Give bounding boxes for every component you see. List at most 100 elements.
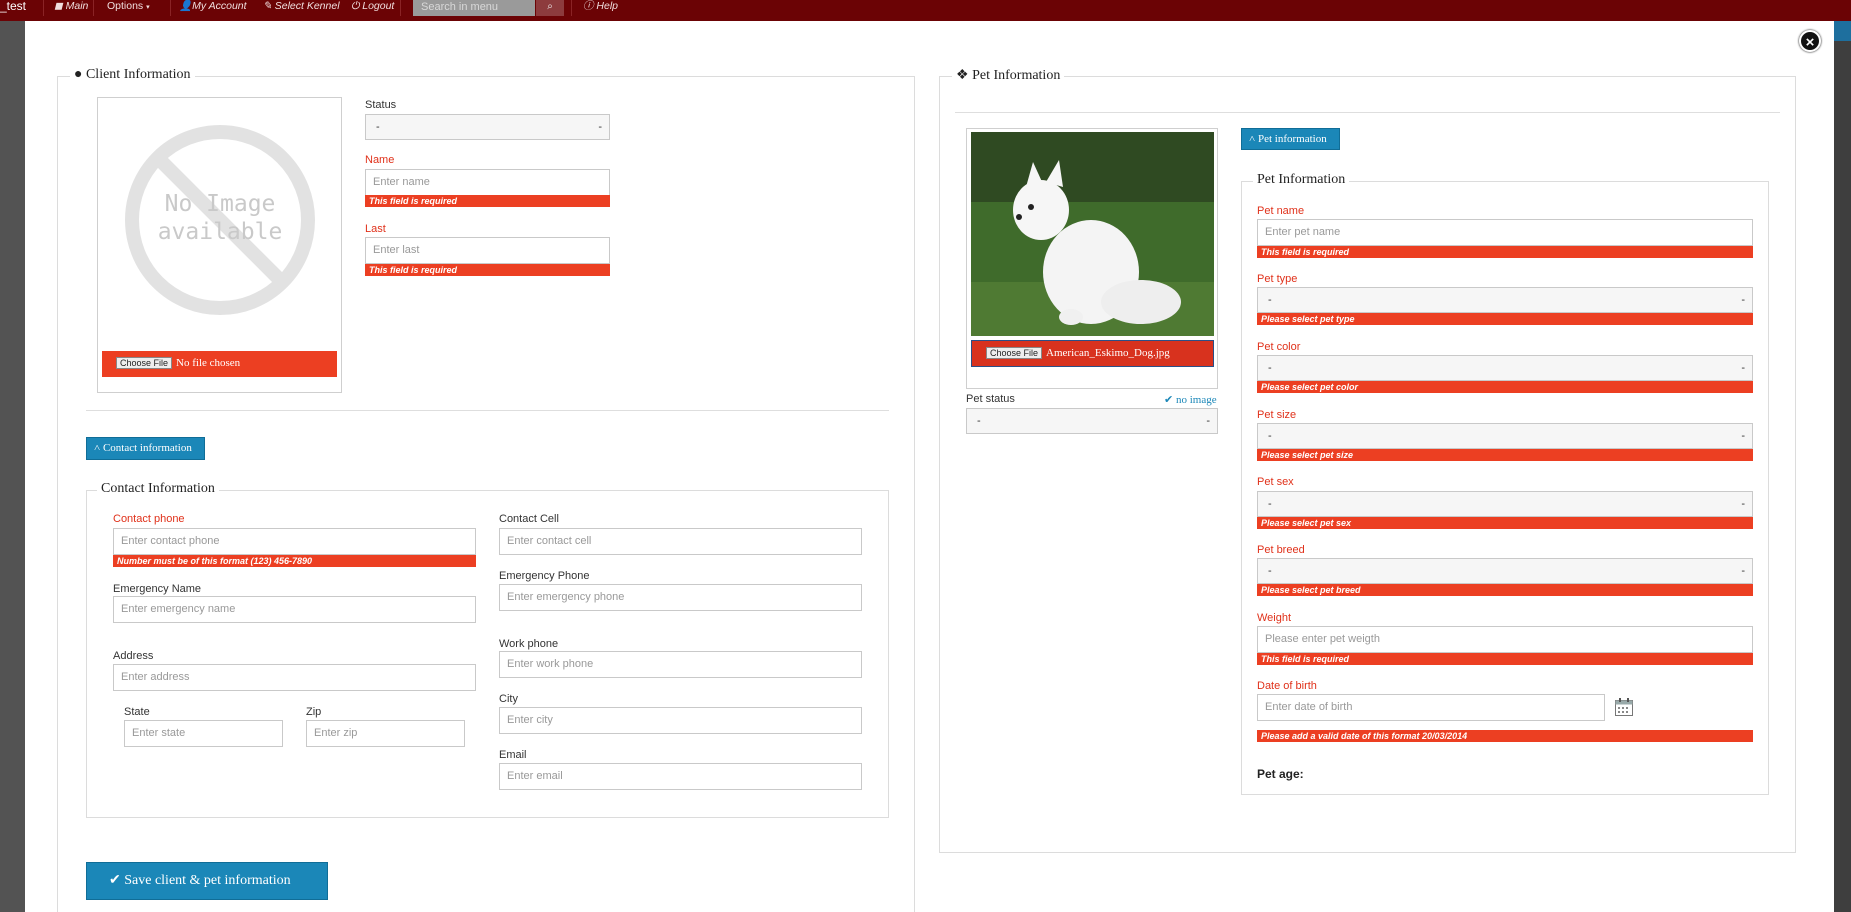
pet-information-toggle[interactable]: ˄ Pet information: [1241, 128, 1340, 150]
nav-divider: [170, 0, 171, 16]
nav-main-label: Main: [65, 0, 89, 12]
pet-information-title: Pet Information: [972, 68, 1061, 83]
user-icon: 👤: [179, 0, 193, 12]
pet-status-select[interactable]: --: [966, 408, 1218, 434]
brand[interactable]: _test: [0, 0, 26, 14]
choose-file-button[interactable]: Choose File: [116, 357, 173, 370]
pet-size-select[interactable]: --: [1257, 423, 1753, 449]
pet-name-input[interactable]: Enter pet name: [1257, 219, 1753, 246]
nav-main[interactable]: ◼ Main: [54, 0, 88, 14]
no-image-link-label: no image: [1175, 394, 1217, 406]
nav-logout[interactable]: ⏻ Logout: [351, 0, 394, 14]
pet-breed-value: -: [1268, 565, 1272, 577]
pet-color-error: Please select pet color: [1257, 381, 1753, 393]
last-input[interactable]: Enter last: [365, 237, 610, 264]
nav-my-account-label: My Account: [192, 0, 247, 12]
date-of-birth-input[interactable]: Enter date of birth: [1257, 694, 1605, 721]
nav-select-kennel-label: Select Kennel: [274, 0, 340, 12]
emergency-name-input[interactable]: Enter emergency name: [113, 596, 476, 623]
chevron-up-icon: ˄: [94, 442, 101, 454]
check-icon: ✔: [109, 873, 121, 888]
nav-help[interactable]: ⓘ Help: [583, 0, 618, 14]
divider: [86, 410, 889, 411]
chevron-down-icon: -: [1741, 294, 1745, 306]
nav-divider: [43, 0, 44, 16]
pet-status-value: -: [977, 415, 981, 427]
pet-color-label: Pet color: [1257, 341, 1301, 353]
user-icon: ●: [74, 67, 83, 82]
pet-photo-box: Choose File American_Eskimo_Dog.jpg: [966, 128, 1218, 389]
name-label: Name: [365, 154, 395, 166]
nav-my-account[interactable]: 👤My Account: [179, 0, 247, 14]
nav-divider: [93, 0, 94, 16]
contact-phone-error: Number must be of this format (123) 456-…: [113, 555, 476, 567]
no-image-link[interactable]: ✔ no image: [1164, 393, 1217, 406]
save-client-pet-button[interactable]: ✔ Save client & pet information: [86, 862, 328, 900]
state-input[interactable]: Enter state: [124, 720, 283, 747]
no-image-text-line2: available: [158, 219, 283, 245]
last-label: Last: [365, 223, 386, 235]
pet-color-select[interactable]: --: [1257, 355, 1753, 381]
menu-search-input[interactable]: Search in menu: [413, 0, 535, 16]
contact-information-legend: Contact Information: [97, 481, 219, 497]
chevron-down-icon: -: [1741, 430, 1745, 442]
weight-input[interactable]: Please enter pet weigth: [1257, 626, 1753, 653]
no-image-text-line1: No Image: [165, 191, 276, 217]
status-label: Status: [365, 99, 397, 111]
file-status-text: No file chosen: [176, 357, 241, 369]
pet-details-legend: Pet Information: [1253, 172, 1350, 188]
pet-size-value: -: [1268, 430, 1272, 442]
emergency-name-label: Emergency Name: [113, 583, 202, 595]
contact-cell-label: Contact Cell: [499, 513, 559, 525]
chevron-down-icon: -: [1741, 498, 1745, 510]
pet-size-label: Pet size: [1257, 409, 1297, 421]
pet-sex-select[interactable]: --: [1257, 491, 1753, 517]
pet-color-value: -: [1268, 362, 1272, 374]
nav-select-kennel[interactable]: ✎ Select Kennel: [263, 0, 340, 14]
emergency-phone-input[interactable]: Enter emergency phone: [499, 584, 862, 611]
pet-status-label: Pet status: [966, 393, 1015, 405]
pet-photo: [971, 132, 1214, 336]
contact-cell-input[interactable]: Enter contact cell: [499, 528, 862, 555]
nav-help-label: Help: [596, 0, 619, 12]
address-input[interactable]: Enter address: [113, 664, 476, 691]
chevron-down-icon: -: [1741, 362, 1745, 374]
nav-divider: [400, 0, 401, 16]
pet-file-name: American_Eskimo_Dog.jpg: [1046, 347, 1170, 359]
work-phone-label: Work phone: [499, 638, 559, 650]
work-phone-input[interactable]: Enter work phone: [499, 651, 862, 678]
email-input[interactable]: Enter email: [499, 763, 862, 790]
pet-age-label: Pet age:: [1257, 767, 1304, 781]
pet-breed-select[interactable]: --: [1257, 558, 1753, 584]
name-error: This field is required: [365, 195, 610, 207]
pet-sex-label: Pet sex: [1257, 476, 1294, 488]
pet-type-label: Pet type: [1257, 273, 1298, 285]
caret-down-icon: ▾: [146, 4, 150, 11]
contact-phone-label: Contact phone: [113, 513, 185, 525]
search-button[interactable]: ⌕: [536, 0, 564, 16]
contact-phone-input[interactable]: Enter contact phone: [113, 528, 476, 555]
status-select[interactable]: --: [365, 114, 610, 140]
pet-toggle-label: Pet information: [1257, 133, 1327, 145]
choose-file-button[interactable]: Choose File: [986, 347, 1043, 360]
pet-information-legend: ❖ Pet Information: [952, 67, 1065, 84]
backdrop-right: [1834, 21, 1851, 912]
calendar-icon[interactable]: [1614, 697, 1634, 717]
chevron-down-icon: -: [598, 121, 602, 133]
contact-information-toggle[interactable]: ˄ Contact information: [86, 437, 205, 460]
weight-error: This field is required: [1257, 653, 1753, 665]
date-of-birth-label: Date of birth: [1257, 680, 1317, 692]
nav-options[interactable]: Options ▾: [107, 0, 150, 14]
pet-size-error: Please select pet size: [1257, 449, 1753, 461]
zip-input[interactable]: Enter zip: [306, 720, 465, 747]
name-input[interactable]: Enter name: [365, 169, 610, 196]
city-input[interactable]: Enter city: [499, 707, 862, 734]
pet-type-value: -: [1268, 294, 1272, 306]
city-label: City: [499, 693, 518, 705]
close-icon[interactable]: ×: [1799, 30, 1821, 52]
date-of-birth-error: Please add a valid date of this format 2…: [1257, 730, 1753, 742]
check-icon: ✔: [1164, 394, 1174, 406]
pet-photo-file-input[interactable]: Choose File American_Eskimo_Dog.jpg: [971, 340, 1214, 367]
pet-type-select[interactable]: --: [1257, 287, 1753, 313]
client-photo-file-input[interactable]: Choose File No file chosen: [102, 351, 337, 377]
